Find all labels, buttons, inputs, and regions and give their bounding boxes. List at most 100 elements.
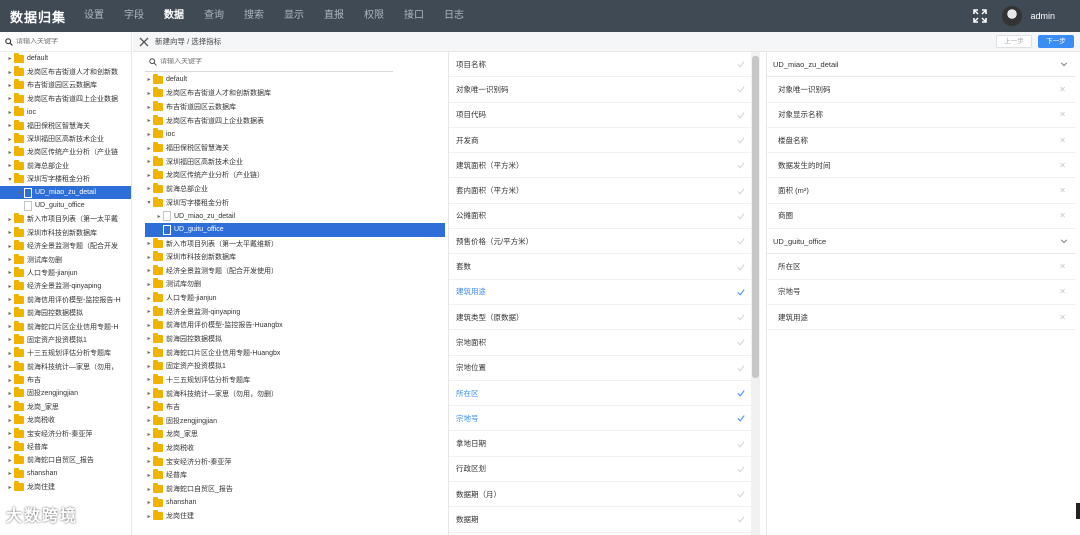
tree-folder-item[interactable]: ▸ 固定资产投资模拟1 <box>0 333 131 346</box>
field-option[interactable]: 对象唯一识别码 <box>449 77 751 103</box>
field-option[interactable]: 行政区划 <box>449 457 751 483</box>
caret-right-icon[interactable]: ▸ <box>145 104 153 111</box>
caret-right-icon[interactable]: ▸ <box>145 267 153 274</box>
tree-folder-item[interactable]: ▸ 经济全景监测-qinyaping <box>0 280 131 293</box>
mid-search-input[interactable] <box>160 58 360 65</box>
caret-right-icon[interactable]: ▸ <box>6 162 14 169</box>
caret-right-icon[interactable]: ▸ <box>6 336 14 343</box>
caret-right-icon[interactable]: ▸ <box>6 470 14 477</box>
tree-folder-item[interactable]: ▸ 龙岗住建 <box>0 481 131 494</box>
caret-right-icon[interactable]: ▸ <box>6 296 14 303</box>
tree-table-item[interactable]: ▸ UD_miao_zu_detail <box>0 185 131 200</box>
nav-item[interactable]: 日志 <box>434 0 474 32</box>
field-option[interactable]: 数据期 <box>449 507 751 533</box>
tree-folder-item[interactable]: ▸ 十三五规划评估分析专题库 <box>145 373 445 387</box>
remove-icon[interactable]: ✕ <box>1059 313 1066 322</box>
fullscreen-icon[interactable] <box>973 9 988 23</box>
tree-folder-item[interactable]: ▾ 深圳写字楼租金分析 <box>145 196 445 210</box>
tree-folder-item[interactable]: ▸ default <box>0 52 131 65</box>
tree-folder-item[interactable]: ▸ 测试库勿删 <box>145 278 445 292</box>
field-scroll-thumb[interactable] <box>752 56 759 378</box>
caret-right-icon[interactable]: ▸ <box>145 117 153 124</box>
field-option[interactable]: 项目名称 <box>449 52 751 78</box>
tree-folder-item[interactable]: ▸ 深圳福田区高新技术企业 <box>145 155 445 169</box>
caret-right-icon[interactable]: ▸ <box>145 145 153 152</box>
tree-folder-item[interactable]: ▸ 龙岗_家思 <box>0 400 131 413</box>
nav-item[interactable]: 字段 <box>114 0 154 32</box>
field-option[interactable]: 拿地日期 <box>449 431 751 457</box>
remove-icon[interactable]: ✕ <box>1059 161 1066 170</box>
tree-folder-item[interactable]: ▸ 龙岗住建 <box>145 510 445 524</box>
caret-right-icon[interactable]: ▸ <box>6 256 14 263</box>
caret-right-icon[interactable]: ▸ <box>145 158 153 165</box>
tree-folder-item[interactable]: ▸ 前海总部企业 <box>0 159 131 172</box>
tree-folder-item[interactable]: ▸ 前海信用评价模型-监控报告-Huangbx <box>145 319 445 333</box>
remove-icon[interactable]: ✕ <box>1059 110 1066 119</box>
remove-icon[interactable]: ✕ <box>1059 262 1066 271</box>
field-option[interactable]: 宗地位置 <box>449 356 751 381</box>
tree-folder-item[interactable]: ▸ 福田保税区智慧海关 <box>0 119 131 132</box>
tree-folder-item[interactable]: ▸ 固定资产投资模拟1 <box>145 359 445 373</box>
tree-folder-item[interactable]: ▸ default <box>145 73 445 87</box>
tree-folder-item[interactable]: ▸ ioc <box>0 106 131 119</box>
tree-folder-item[interactable]: ▸ 龙岗区传统产业分析（产业链） <box>145 168 445 182</box>
caret-right-icon[interactable]: ▸ <box>6 82 14 89</box>
tree-folder-item[interactable]: ▸ 龙岗税收 <box>0 414 131 427</box>
tree-folder-item[interactable]: ▸ 龙岗税收 <box>145 441 445 455</box>
caret-right-icon[interactable]: ▸ <box>145 254 153 261</box>
tree-folder-item[interactable]: ▸ 前海园控数据模拟 <box>0 306 131 319</box>
caret-right-icon[interactable]: ▸ <box>6 323 14 330</box>
prev-step-button[interactable]: 上一步 <box>996 35 1032 48</box>
caret-right-icon[interactable]: ▸ <box>6 444 14 451</box>
caret-right-icon[interactable]: ▸ <box>145 295 153 302</box>
tree-folder-item[interactable]: ▸ 前海科技统计—家思（勿用， <box>0 360 131 373</box>
tree-folder-item[interactable]: ▸ 前海蛇口自贸区_报告 <box>0 454 131 467</box>
caret-right-icon[interactable]: ▸ <box>6 430 14 437</box>
nav-item[interactable]: 查询 <box>194 0 234 32</box>
tree-folder-item[interactable]: ▸ 测试库勿删 <box>0 253 131 266</box>
caret-right-icon[interactable]: ▸ <box>145 513 153 520</box>
selected-group-header[interactable]: UD_guitu_office <box>767 229 1076 255</box>
tree-folder-item[interactable]: ▸ shanshan <box>145 496 445 510</box>
nav-item[interactable]: 直报 <box>314 0 354 32</box>
caret-right-icon[interactable]: ▸ <box>6 377 14 384</box>
caret-right-icon[interactable]: ▸ <box>6 283 14 290</box>
field-option[interactable]: 套数 <box>449 254 751 280</box>
field-option[interactable]: 建筑面积（平方米） <box>449 153 751 179</box>
tree-folder-item[interactable]: ▸ 新入市项目列表（第一太平戴维斯） <box>145 237 445 251</box>
caret-right-icon[interactable]: ▸ <box>145 499 153 506</box>
tree-folder-item[interactable]: ▸ 布吉 <box>145 400 445 414</box>
caret-right-icon[interactable]: ▸ <box>145 90 153 97</box>
tree-table-item[interactable]: ▸ UD_miao_zu_detail <box>145 209 445 223</box>
caret-right-icon[interactable]: ▸ <box>145 172 153 179</box>
caret-right-icon[interactable]: ▸ <box>145 445 153 452</box>
tree-folder-item[interactable]: ▸ 经普库 <box>0 440 131 453</box>
tree-folder-item[interactable]: ▸ 深圳市科技创新数据库 <box>145 250 445 264</box>
caret-right-icon[interactable]: ▸ <box>145 458 153 465</box>
caret-right-icon[interactable]: ▸ <box>6 69 14 76</box>
nav-item[interactable]: 数据 <box>154 0 194 32</box>
tree-folder-item[interactable]: ▸ 新入市项目列表（第一太平戴 <box>0 213 131 226</box>
caret-right-icon[interactable]: ▸ <box>6 136 14 143</box>
tree-folder-item[interactable]: ▸ 经济全景监测专题（配合开发使用） <box>145 264 445 278</box>
nav-item[interactable]: 显示 <box>274 0 314 32</box>
next-step-button[interactable]: 下一步 <box>1038 35 1074 48</box>
field-option[interactable]: 开发商 <box>449 128 751 154</box>
tree-folder-item[interactable]: ▸ 十三五规划评估分析专题库 <box>0 347 131 360</box>
caret-right-icon[interactable]: ▸ <box>145 417 153 424</box>
caret-right-icon[interactable]: ▸ <box>145 308 153 315</box>
close-icon[interactable] <box>139 37 149 47</box>
caret-right-icon[interactable]: ▸ <box>6 149 14 156</box>
user-name[interactable]: admin <box>1030 11 1055 21</box>
caret-right-icon[interactable]: ▸ <box>145 131 153 138</box>
caret-right-icon[interactable]: ▸ <box>6 484 14 491</box>
caret-right-icon[interactable]: ▸ <box>145 185 153 192</box>
remove-icon[interactable]: ✕ <box>1059 287 1066 296</box>
field-option[interactable]: 公摊面积 <box>449 204 751 230</box>
nav-item[interactable]: 接口 <box>394 0 434 32</box>
caret-right-icon[interactable]: ▸ <box>145 322 153 329</box>
caret-right-icon[interactable]: ▸ <box>6 109 14 116</box>
field-option[interactable]: 数据期（月） <box>449 482 751 508</box>
caret-right-icon[interactable]: ▸ <box>6 269 14 276</box>
caret-right-icon[interactable]: ▸ <box>6 457 14 464</box>
